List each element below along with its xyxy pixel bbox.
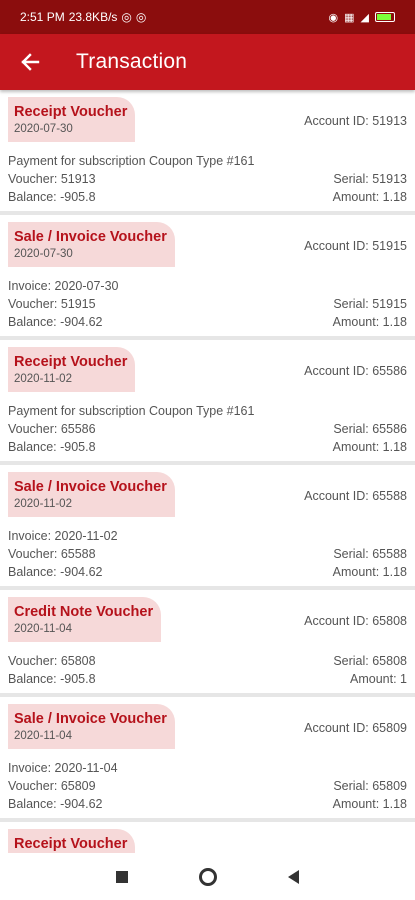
triangle-back-icon [288, 869, 299, 884]
voucher-type: Sale / Invoice Voucher [14, 229, 167, 245]
notification-icon: ◎ [135, 10, 147, 24]
voucher-type: Sale / Invoice Voucher [14, 711, 167, 727]
back-button[interactable] [251, 869, 337, 884]
status-bar: 2:51 PM 23.8KB/s ◎ ◎ ◉ ▦ ◢ [0, 0, 415, 34]
voucher-type: Receipt Voucher [14, 354, 128, 370]
voucher-date: 2020-07-30 [14, 123, 73, 135]
voucher-pill: Credit Note Voucher 2020-11-04 [8, 597, 162, 642]
status-speed: 23.8KB/s [68, 10, 118, 24]
transaction-note: Invoice: 2020-11-04 [8, 761, 118, 775]
transaction-card[interactable]: Receipt Voucher [0, 822, 415, 853]
notification-icon: ◎ [121, 10, 132, 24]
battery-icon [375, 12, 395, 22]
voucher-type: Credit Note Voucher [14, 604, 154, 620]
voucher-date: 2020-11-02 [14, 373, 72, 385]
serial: Serial: 65588 [333, 547, 407, 561]
voucher-number: Voucher: 65808 [8, 654, 96, 668]
system-nav-bar [0, 853, 415, 900]
amount: Amount: 1 [350, 672, 407, 686]
transaction-card[interactable]: Receipt Voucher 2020-11-02 Account ID: 6… [0, 340, 415, 461]
balance: Balance: -904.62 [8, 797, 103, 811]
voucher-pill: Sale / Invoice Voucher 2020-11-02 [8, 472, 175, 517]
app-bar: Transaction [0, 34, 415, 90]
balance: Balance: -905.8 [8, 190, 96, 204]
amount: Amount: 1.18 [332, 315, 407, 329]
transaction-note: Invoice: 2020-11-02 [8, 529, 118, 543]
transaction-card[interactable]: Credit Note Voucher 2020-11-04 Account I… [0, 590, 415, 693]
recents-button[interactable] [79, 870, 165, 883]
account-id: Account ID: 65809 [304, 721, 407, 735]
voucher-number: Voucher: 65809 [8, 779, 96, 793]
page-title: Transaction [76, 50, 188, 73]
transaction-card[interactable]: Sale / Invoice Voucher 2020-07-30 Accoun… [0, 215, 415, 336]
amount: Amount: 1.18 [332, 190, 407, 204]
balance: Balance: -904.62 [8, 315, 103, 329]
balance: Balance: -905.8 [8, 440, 96, 454]
voucher-date: 2020-07-30 [14, 248, 73, 260]
voucher-pill: Sale / Invoice Voucher 2020-11-04 [8, 704, 175, 749]
transaction-card[interactable]: Sale / Invoice Voucher 2020-11-02 Accoun… [0, 465, 415, 586]
voucher-number: Voucher: 65588 [8, 547, 96, 561]
square-icon [115, 870, 128, 883]
home-button[interactable] [165, 867, 251, 886]
transaction-card[interactable]: Sale / Invoice Voucher 2020-11-04 Accoun… [0, 697, 415, 818]
serial: Serial: 65808 [333, 654, 407, 668]
account-id: Account ID: 65808 [304, 614, 407, 628]
serial: Serial: 65809 [333, 779, 407, 793]
voucher-date: 2020-11-02 [14, 498, 72, 510]
voucher-pill: Sale / Invoice Voucher 2020-07-30 [8, 222, 175, 267]
sim-icon: ▦ [344, 11, 355, 24]
transaction-note: Payment for subscription Coupon Type #16… [8, 154, 255, 168]
amount: Amount: 1.18 [332, 797, 407, 811]
amount: Amount: 1.18 [332, 440, 407, 454]
transaction-note: Invoice: 2020-07-30 [8, 279, 119, 293]
circle-icon [198, 867, 217, 886]
serial: Serial: 65586 [333, 422, 407, 436]
voucher-number: Voucher: 51913 [8, 172, 96, 186]
transaction-card[interactable]: Receipt Voucher 2020-07-30 Account ID: 5… [0, 90, 415, 211]
status-time: 2:51 PM [20, 10, 65, 24]
voucher-pill: Receipt Voucher 2020-07-30 [8, 97, 136, 142]
balance: Balance: -905.8 [8, 672, 96, 686]
signal-icon: ◢ [360, 11, 369, 24]
serial: Serial: 51913 [333, 172, 407, 186]
voucher-date: 2020-11-04 [14, 730, 72, 742]
voucher-pill: Receipt Voucher [8, 829, 136, 853]
serial: Serial: 51915 [333, 297, 407, 311]
voucher-type: Sale / Invoice Voucher [14, 479, 167, 495]
voucher-date: 2020-11-04 [14, 623, 72, 635]
wifi-icon: ◉ [328, 11, 339, 24]
balance: Balance: -904.62 [8, 565, 103, 579]
voucher-type: Receipt Voucher [14, 104, 128, 120]
account-id: Account ID: 51913 [304, 114, 407, 128]
account-id: Account ID: 65588 [304, 489, 407, 503]
account-id: Account ID: 51915 [304, 239, 407, 253]
voucher-number: Voucher: 51915 [8, 297, 96, 311]
back-arrow-icon[interactable] [10, 42, 50, 82]
transaction-list[interactable]: Receipt Voucher 2020-07-30 Account ID: 5… [0, 90, 415, 853]
voucher-number: Voucher: 65586 [8, 422, 96, 436]
voucher-pill: Receipt Voucher 2020-11-02 [8, 347, 136, 392]
amount: Amount: 1.18 [332, 565, 407, 579]
account-id: Account ID: 65586 [304, 364, 407, 378]
voucher-type: Receipt Voucher [14, 836, 128, 852]
transaction-note: Payment for subscription Coupon Type #16… [8, 404, 255, 418]
